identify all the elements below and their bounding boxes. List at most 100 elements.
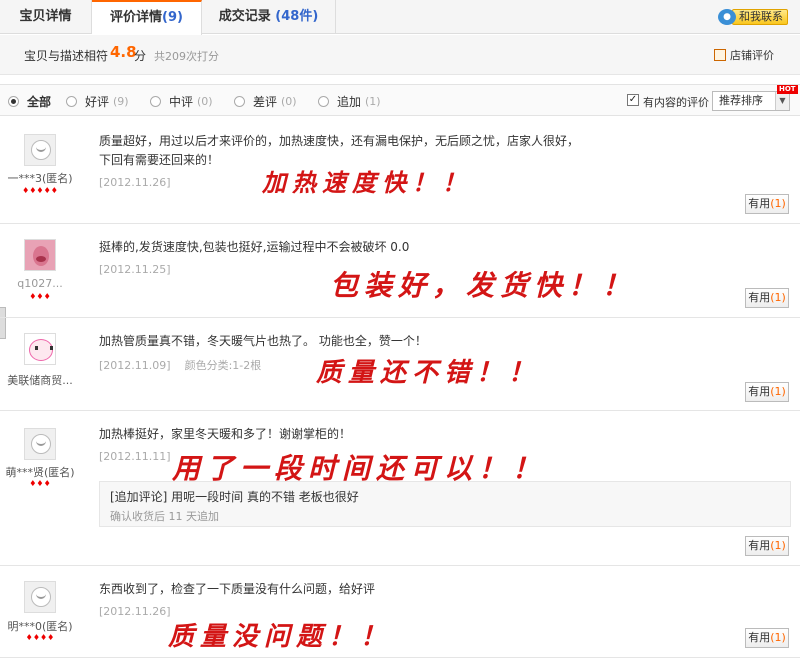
review-date: [2012.11.25] — [99, 263, 171, 276]
useful-button[interactable]: 有用(1) — [745, 536, 789, 556]
filter-good[interactable]: 好评 (9) — [66, 93, 129, 110]
useful-count: (1) — [770, 631, 786, 644]
tab-count: (9) — [162, 10, 183, 25]
appended-review-text: [追加评论] 用呢一段时间 真的不错 老板也很好 — [110, 490, 359, 504]
filter-label: 全部 — [27, 95, 52, 109]
filter-count: (0) — [281, 95, 297, 108]
rating-text: 宝贝与描述相符 — [24, 49, 109, 63]
radio-icon[interactable] — [234, 96, 245, 107]
sort-dropdown[interactable]: 推荐排序 ▼ — [712, 91, 790, 111]
filter-label: 追加 — [337, 95, 362, 109]
useful-button[interactable]: 有用(1) — [745, 628, 789, 648]
tab-reviews[interactable]: 评价详情(9) — [92, 0, 202, 35]
filter-label: 差评 — [253, 95, 278, 109]
filter-label: 好评 — [85, 95, 110, 109]
tab-item-details[interactable]: 宝贝详情 — [0, 0, 92, 34]
handwritten-annotation: 质量没问题！！ — [168, 622, 393, 652]
contact-label: 和我联系 — [732, 9, 788, 25]
appended-review-meta: 确认收货后 11 天追加 — [110, 510, 219, 523]
filter-all[interactable]: 全部 — [8, 93, 51, 110]
shop-review-label: 店铺评价 — [730, 49, 774, 62]
shop-review-link[interactable]: 店铺评价 — [714, 47, 774, 63]
radio-icon[interactable] — [318, 96, 329, 107]
reviewer-name[interactable]: q1027... — [0, 277, 80, 290]
tab-bar: 宝贝详情 评价详情(9) 成交记录 (48件) ● 和我联系 — [0, 0, 800, 35]
useful-label: 有用 — [748, 291, 771, 304]
radio-icon[interactable] — [150, 96, 161, 107]
reviewer-name[interactable]: 美联储商贸... — [0, 372, 80, 388]
filter-count: (9) — [113, 95, 129, 108]
review-filter-bar: 全部 好评 (9) 中评 (0) 差评 (0) 追加 (1) ✓ 有内容的评价 推荐排序… — [0, 84, 800, 116]
useful-label: 有用 — [748, 631, 771, 644]
filter-neutral[interactable]: 中评 (0) — [150, 93, 213, 110]
tab-transactions[interactable]: 成交记录 (48件) — [202, 0, 336, 34]
filter-count: (1) — [365, 95, 381, 108]
review-item: 美联储商贸... 加热管质量真不错，冬天暖气片也热了。 功能也全，赞一个！ [2… — [0, 318, 800, 411]
reputation-hearts-icon: ♦♦♦♦ — [25, 633, 55, 642]
review-text: 加热管质量真不错，冬天暖气片也热了。 功能也全，赞一个！ — [99, 334, 427, 348]
tab-label: 宝贝详情 — [19, 9, 72, 24]
chat-bubble-icon: ● — [718, 9, 736, 25]
filter-label: 中评 — [169, 95, 194, 109]
reviewer-name[interactable]: 萌***贤(匿名) — [0, 464, 80, 480]
chevron-down-icon: ▼ — [775, 92, 789, 110]
useful-button[interactable]: 有用(1) — [745, 194, 789, 214]
filter-appended[interactable]: 追加 (1) — [318, 93, 381, 110]
tab-label: 评价详情 — [110, 10, 163, 25]
tab-count: (48件) — [275, 9, 319, 24]
review-text: 挺棒的,发货速度快,包装也挺好,运输过程中不会被破坏 0.0 — [99, 240, 410, 254]
reputation-hearts-icon: ♦♦♦♦♦ — [22, 186, 58, 195]
avatar[interactable] — [24, 428, 56, 460]
useful-label: 有用 — [748, 197, 771, 210]
avatar[interactable] — [24, 134, 56, 166]
avatar[interactable] — [24, 239, 56, 271]
useful-count: (1) — [770, 539, 786, 552]
review-text: 东西收到了，检查了一下质量没有什么问题，给好评 — [99, 582, 376, 596]
reviewer-name[interactable]: 明***0(匿名) — [0, 618, 80, 634]
useful-label: 有用 — [748, 539, 771, 552]
review-date: [2012.11.09] 颜色分类:1-2根 — [99, 357, 261, 373]
review-category: 颜色分类:1-2根 — [184, 359, 262, 372]
reviewer-name[interactable]: 一***3(匿名) — [0, 170, 80, 186]
review-item: q1027... ♦♦♦ 挺棒的,发货速度快,包装也挺好,运输过程中不会被破坏 … — [0, 224, 800, 318]
review-date: [2012.11.11] — [99, 450, 171, 463]
useful-count: (1) — [770, 197, 786, 210]
contact-seller-button[interactable]: ● 和我联系 — [718, 8, 788, 26]
content-only-label: 有内容的评价 — [643, 96, 709, 109]
shop-icon — [714, 49, 726, 61]
rating-unit: 分 — [134, 49, 147, 63]
review-text: 下回有需要还回来的！ — [99, 153, 220, 167]
rating-value: 4.8 — [110, 43, 137, 61]
rating-summary: 宝贝与描述相符 4.8 分 共209次打分 店铺评价 — [0, 35, 800, 75]
sort-value: 推荐排序 — [719, 94, 763, 107]
avatar[interactable] — [24, 333, 56, 365]
review-item: 明***0(匿名) ♦♦♦♦ 东西收到了，检查了一下质量没有什么问题，给好评 [… — [0, 566, 800, 658]
review-item: 一***3(匿名) ♦♦♦♦♦ 质量超好，用过以后才来评价的，加热速度快，还有漏… — [0, 117, 800, 224]
content-only-checkbox[interactable]: ✓ — [627, 94, 639, 106]
review-date: [2012.11.26] — [99, 176, 171, 189]
avatar[interactable] — [24, 581, 56, 613]
radio-selected-icon[interactable] — [8, 96, 19, 107]
tab-label: 成交记录 — [218, 9, 271, 24]
review-date-value: [2012.11.09] — [99, 359, 171, 372]
reputation-hearts-icon: ♦♦♦ — [29, 479, 51, 488]
reputation-hearts-icon: ♦♦♦ — [29, 292, 51, 301]
review-item: 萌***贤(匿名) ♦♦♦ 加热棒挺好，家里冬天暖和多了！谢谢掌柜的！ [201… — [0, 411, 800, 566]
filter-count: (0) — [197, 95, 213, 108]
appended-review: [追加评论] 用呢一段时间 真的不错 老板也很好 确认收货后 11 天追加 — [99, 481, 791, 527]
useful-label: 有用 — [748, 385, 771, 398]
filter-bad[interactable]: 差评 (0) — [234, 93, 297, 110]
hot-badge: HOT — [777, 85, 798, 94]
useful-button[interactable]: 有用(1) — [745, 288, 789, 308]
useful-count: (1) — [770, 291, 786, 304]
useful-count: (1) — [770, 385, 786, 398]
review-text: 质量超好，用过以后才来评价的，加热速度快，还有漏电保护，无后顾之忧，店家人很好， — [99, 134, 580, 148]
useful-button[interactable]: 有用(1) — [745, 382, 789, 402]
radio-icon[interactable] — [66, 96, 77, 107]
handwritten-annotation: 质量还不错！！ — [316, 358, 541, 388]
handwritten-annotation: 加热速度快！！ — [262, 168, 472, 197]
review-text: 加热棒挺好，家里冬天暖和多了！谢谢掌柜的！ — [99, 427, 352, 441]
rating-count: 共209次打分 — [154, 50, 219, 63]
review-date: [2012.11.26] — [99, 605, 171, 618]
handwritten-annotation: 包装好，发货快！！ — [330, 269, 637, 302]
